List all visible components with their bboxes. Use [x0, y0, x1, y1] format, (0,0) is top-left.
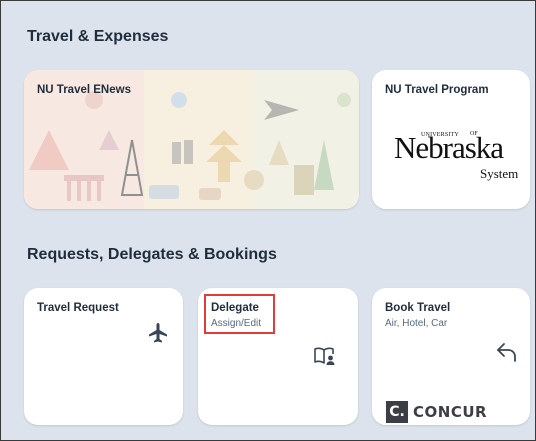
section-title-requests-delegates-bookings: Requests, Delegates & Bookings	[27, 246, 277, 263]
concur-logo-mark: C.	[386, 401, 408, 423]
tile-subtitle-delegate: Assign/Edit	[211, 318, 262, 329]
concur-logo: C. CONCUR	[386, 399, 487, 425]
tile-title-travel-request: Travel Request	[37, 302, 119, 314]
tile-subtitle-book-travel: Air, Hotel, Car	[385, 318, 448, 329]
tile-book-travel[interactable]: Book Travel Air, Hotel, Car C. CONCUR	[372, 288, 530, 425]
tile-travel-request[interactable]: Travel Request	[24, 288, 183, 425]
tile-title-nu-travel-program: NU Travel Program	[385, 84, 489, 96]
back-arrow-icon	[497, 343, 516, 362]
section-title-travel-expenses: Travel & Expenses	[27, 28, 169, 45]
logo-word-of: OF	[470, 131, 478, 137]
airplane-icon	[149, 323, 167, 343]
tile-title-delegate: Delegate	[211, 302, 259, 314]
tile-nu-travel-enews[interactable]: NU Travel ENews	[24, 70, 359, 209]
tile-title-nu-travel-enews: NU Travel ENews	[37, 84, 131, 96]
logo-word-university: UNIVERSITY	[421, 132, 459, 138]
tile-nu-travel-program[interactable]: NU Travel Program Nebraska UNIVERSITY OF…	[372, 70, 530, 209]
launchpad-frame: Travel & Expenses NU Travel ENews NU Tra…	[0, 0, 536, 441]
tile-delegate[interactable]: Delegate Assign/Edit	[198, 288, 358, 425]
logo-word-system: System	[480, 166, 519, 181]
tile-title-book-travel: Book Travel	[385, 302, 451, 314]
nebraska-system-logo: Nebraska UNIVERSITY OF System	[394, 126, 518, 186]
concur-logo-word: CONCUR	[413, 403, 488, 421]
book-person-icon	[314, 347, 335, 365]
